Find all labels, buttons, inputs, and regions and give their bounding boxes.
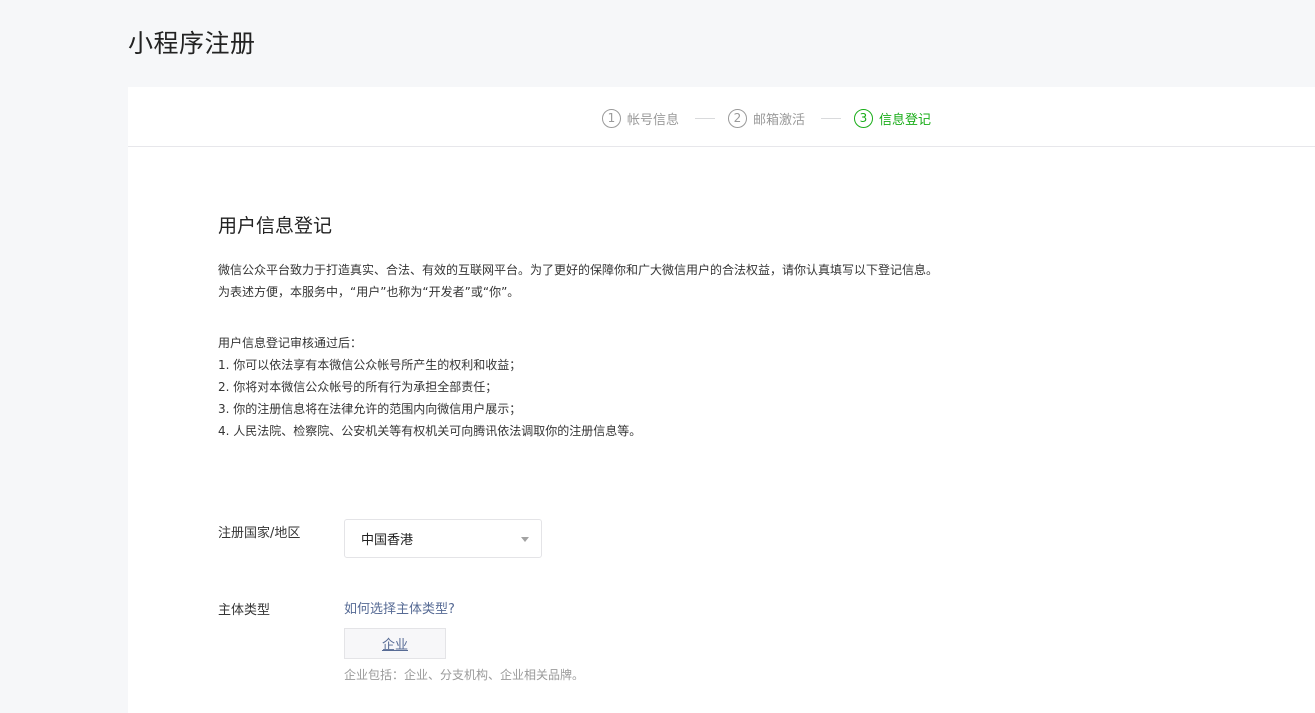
step-number: 3 (854, 108, 873, 128)
step-label: 邮箱激活 (753, 112, 806, 128)
step-label: 信息登记 (879, 112, 932, 128)
rule-item: 1. 你可以依法享有本微信公众帐号所产生的权利和收益； (218, 358, 522, 372)
step-number: 2 (728, 108, 747, 128)
step-divider (695, 118, 715, 119)
step-divider (821, 118, 841, 119)
region-selected-value: 中国香港 (361, 533, 414, 548)
step-email-activation: 2 邮箱激活 (728, 107, 805, 129)
chevron-down-icon (521, 537, 529, 542)
entity-type-label: 主体类型 (218, 603, 271, 618)
intro-line: 微信公众平台致力于打造真实、合法、有效的互联网平台。为了更好的保障你和广大微信用… (218, 263, 939, 277)
region-select[interactable]: 中国香港 (344, 519, 542, 558)
intro-text: 微信公众平台致力于打造真实、合法、有效的互联网平台。为了更好的保障你和广大微信用… (218, 259, 938, 303)
region-label: 注册国家/地区 (218, 526, 301, 541)
entity-type-option-enterprise[interactable]: 企业 (344, 628, 446, 659)
rule-item: 2. 你将对本微信公众帐号的所有行为承担全部责任； (218, 380, 498, 394)
step-number: 1 (602, 108, 621, 128)
rule-item: 3. 你的注册信息将在法律允许的范围内向微信用户展示； (218, 402, 522, 416)
rules-list: 用户信息登记审核通过后： 1. 你可以依法享有本微信公众帐号所产生的权利和收益；… (218, 332, 641, 442)
intro-line: 为表述方便，本服务中，“用户”也称为“开发者”或“你”。 (218, 285, 520, 299)
step-label: 帐号信息 (627, 112, 680, 128)
step-info-registration: 3 信息登记 (854, 107, 931, 129)
registration-card: 1 帐号信息 2 邮箱激活 3 信息登记 用户信息登记 微信公众平台致力于打造真… (128, 87, 1315, 713)
rule-item: 4. 人民法院、检察院、公安机关等有权机关可向腾讯依法调取你的注册信息等。 (218, 424, 642, 438)
step-account-info: 1 帐号信息 (602, 107, 679, 129)
entity-type-help-link[interactable]: 如何选择主体类型? (344, 598, 455, 617)
page-title: 小程序注册 (128, 29, 256, 58)
rules-heading: 用户信息登记审核通过后： (218, 336, 363, 350)
progress-steps: 1 帐号信息 2 邮箱激活 3 信息登记 (128, 87, 1315, 147)
entity-type-description: 企业包括：企业、分支机构、企业相关品牌。 (344, 668, 585, 682)
section-title: 用户信息登记 (218, 215, 333, 237)
